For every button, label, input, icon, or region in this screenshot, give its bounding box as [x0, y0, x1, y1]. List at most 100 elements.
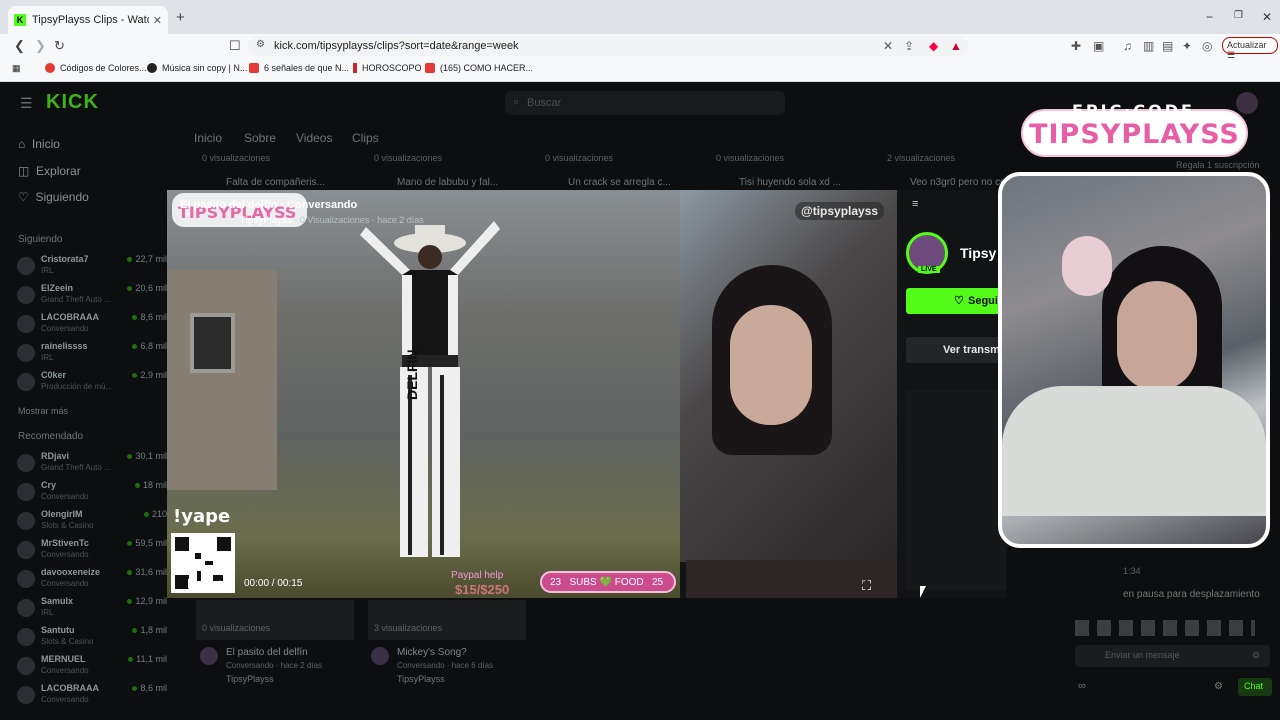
wallet-icon[interactable]: ▣ — [1093, 39, 1104, 53]
sidebar-link-inicio[interactable]: ⌂ Inicio — [18, 137, 60, 151]
settings-icon[interactable]: ⚙ — [1214, 681, 1223, 692]
video-wall — [167, 270, 277, 490]
following-item[interactable]: rainelissss IRL 6,8 mil — [17, 341, 167, 371]
streamer-category: Conversando — [41, 579, 89, 588]
play-icon[interactable]: ▶ — [188, 575, 198, 591]
new-tab-button[interactable]: + — [176, 9, 185, 26]
back-icon[interactable]: ❮ — [14, 38, 25, 54]
bookmark-item[interactable]: Música sin copy | N... — [147, 63, 247, 73]
bookmark-icon[interactable]: ☐ — [229, 38, 241, 54]
mute-icon[interactable]: ✕ — [883, 39, 893, 53]
tab-inicio[interactable]: Inicio — [194, 131, 222, 145]
extensions-icon[interactable]: ✚ — [1071, 39, 1081, 53]
youtube-icon — [425, 63, 435, 73]
brave-shield-icon[interactable]: ◆ — [929, 39, 938, 53]
follow-button[interactable]: ♡ Segui — [906, 288, 1006, 314]
gift-subscription-text[interactable]: Regala 1 suscripción — [1176, 160, 1260, 170]
address-bar[interactable]: ⚙ kick.com/tipsyplayss/clips?sort=date&r… — [248, 36, 968, 56]
recommended-item[interactable]: LACOBRAAA Conversando 8,6 mil — [17, 683, 167, 713]
bookmark-item[interactable]: 6 señales de que N... — [249, 63, 349, 73]
avatar — [371, 647, 389, 665]
emote-bar[interactable] — [1075, 620, 1255, 636]
user-avatar[interactable] — [1236, 92, 1258, 114]
music-icon[interactable]: ♫ — [1123, 39, 1132, 53]
browser-tab[interactable]: K TipsyPlayss Clips - Watch Live o ✕ — [8, 6, 168, 34]
tab-sobre[interactable]: Sobre — [244, 131, 276, 145]
tab-videos[interactable]: Videos — [296, 131, 332, 145]
apps-icon[interactable]: ▦ — [12, 63, 21, 74]
clip-title[interactable]: Mano de labubu y fal... — [397, 177, 498, 188]
emoji-icon[interactable]: ☺ — [1251, 650, 1261, 661]
show-more-link[interactable]: Mostrar más — [18, 406, 68, 416]
recommended-item[interactable]: davooxeneize Conversando 31,6 mil — [17, 567, 167, 597]
points-icon[interactable]: ∞ — [1078, 680, 1086, 692]
tab-close-icon[interactable]: ✕ — [153, 14, 162, 27]
recommended-item[interactable]: RDjavi Grand Theft Auto ... 30,1 mil — [17, 451, 167, 481]
sidebar-link-siguiendo[interactable]: ♡ Siguiendo — [18, 190, 89, 204]
clip-title[interactable]: Falta de compañeris... — [226, 177, 325, 188]
avatar — [17, 373, 35, 391]
vpn-icon[interactable]: ◎ — [1202, 39, 1212, 53]
following-item[interactable]: ElZeein Grand Theft Auto ... 20,6 mil — [17, 283, 167, 313]
following-item[interactable]: C0ker Producción de mú... 2,9 mil — [17, 370, 167, 400]
channel-name[interactable]: Tipsy — [960, 245, 996, 261]
following-item[interactable]: LACOBRAAA Conversando 8,6 mil — [17, 312, 167, 342]
clip-title[interactable]: Tisi huyendo sola xd ... — [739, 177, 841, 188]
clip-author-overlay[interactable]: TipsyPlayss — [240, 215, 292, 225]
viewer-count: 8,6 mil — [140, 683, 167, 693]
viewer-count: 1,8 mil — [140, 625, 167, 635]
clip-title[interactable]: Un crack se arregla c... — [568, 177, 671, 188]
chat-send-button[interactable]: Chat — [1238, 678, 1272, 696]
update-button[interactable]: Actualizar ☰ — [1222, 37, 1278, 60]
avatar — [17, 257, 35, 275]
share-icon[interactable]: ⇪ — [904, 39, 914, 53]
tab-clips[interactable]: Clips — [352, 131, 379, 145]
recommended-item[interactable]: Santutu Slots & Casino 1,8 mil — [17, 625, 167, 655]
recommended-item[interactable]: Samulx IRL 12,9 mil — [17, 596, 167, 626]
clip-title[interactable]: El pasito del delfín — [226, 647, 308, 658]
watch-stream-button[interactable]: Ver transm — [906, 337, 1006, 363]
avatar — [17, 483, 35, 501]
streamer-category: Conversando — [41, 666, 89, 675]
sidebar-link-explorar[interactable]: ◫ Explorar — [18, 164, 81, 178]
sidebar-icon[interactable]: ▥ — [1143, 39, 1154, 53]
tab-groups-icon[interactable]: ▤ — [1162, 39, 1173, 53]
bookmark-item[interactable]: (165) COMO HACER... — [425, 63, 533, 73]
leo-icon[interactable]: ✦ — [1182, 39, 1192, 53]
update-label: Actualizar — [1227, 40, 1267, 50]
kick-logo[interactable]: KICK — [46, 91, 99, 114]
maximize-button[interactable]: ❐ — [1234, 10, 1243, 21]
recommended-item[interactable]: MrStivenTc Conversando 59,5 mil — [17, 538, 167, 568]
chat-paused-text[interactable]: en pausa para desplazamiento — [1123, 589, 1260, 600]
clip-title[interactable]: Mickey's Song? — [397, 647, 467, 658]
clip-thumbnail[interactable] — [368, 600, 526, 640]
recommended-item[interactable]: OlengirIM Slots & Casino 210 — [17, 509, 167, 539]
forward-icon[interactable]: ❯ — [35, 38, 46, 54]
bookmark-item[interactable]: HOROSCOPO — [353, 63, 422, 73]
collapse-panel-icon[interactable]: ≡ — [912, 198, 918, 210]
clip-author[interactable]: TipsyPlayss — [397, 674, 445, 684]
menu-icon[interactable]: ☰ — [20, 95, 33, 112]
fullscreen-icon[interactable]: ⛶ — [862, 578, 871, 594]
streamer-name: Cristorata7 — [41, 254, 89, 264]
recommended-item[interactable]: Cry Conversando 18 mil — [17, 480, 167, 510]
close-window-button[interactable]: ✕ — [1262, 10, 1272, 24]
streamer-name: Samulx — [41, 596, 74, 606]
clip-thumbnail[interactable] — [196, 600, 354, 640]
recommended-item[interactable]: MERNUEL Conversando 11,1 mil — [17, 654, 167, 684]
rewards-icon[interactable]: ▲ — [950, 39, 962, 53]
bookmark-favicon-icon — [353, 63, 357, 73]
reload-icon[interactable]: ↻ — [54, 38, 65, 54]
site-info-icon[interactable]: ⚙ — [256, 39, 265, 50]
live-dot-icon — [132, 628, 138, 634]
clip-views: 2 visualizaciones — [887, 153, 956, 163]
minimize-button[interactable]: − — [1206, 10, 1213, 24]
following-item[interactable]: Cristorata7 IRL 22,7 mil — [17, 254, 167, 284]
sidebar-link-label: Inicio — [31, 137, 60, 151]
search-placeholder: Buscar — [527, 97, 562, 109]
clip-author[interactable]: TipsyPlayss — [226, 674, 274, 684]
bookmark-item[interactable]: Códigos de Colores... — [45, 63, 147, 73]
volume-icon[interactable]: 🔈︎ — [217, 576, 224, 591]
chat-input[interactable]: Enviar un mensaje — [1075, 645, 1270, 667]
search-input[interactable]: ⌕ Buscar — [505, 91, 785, 115]
